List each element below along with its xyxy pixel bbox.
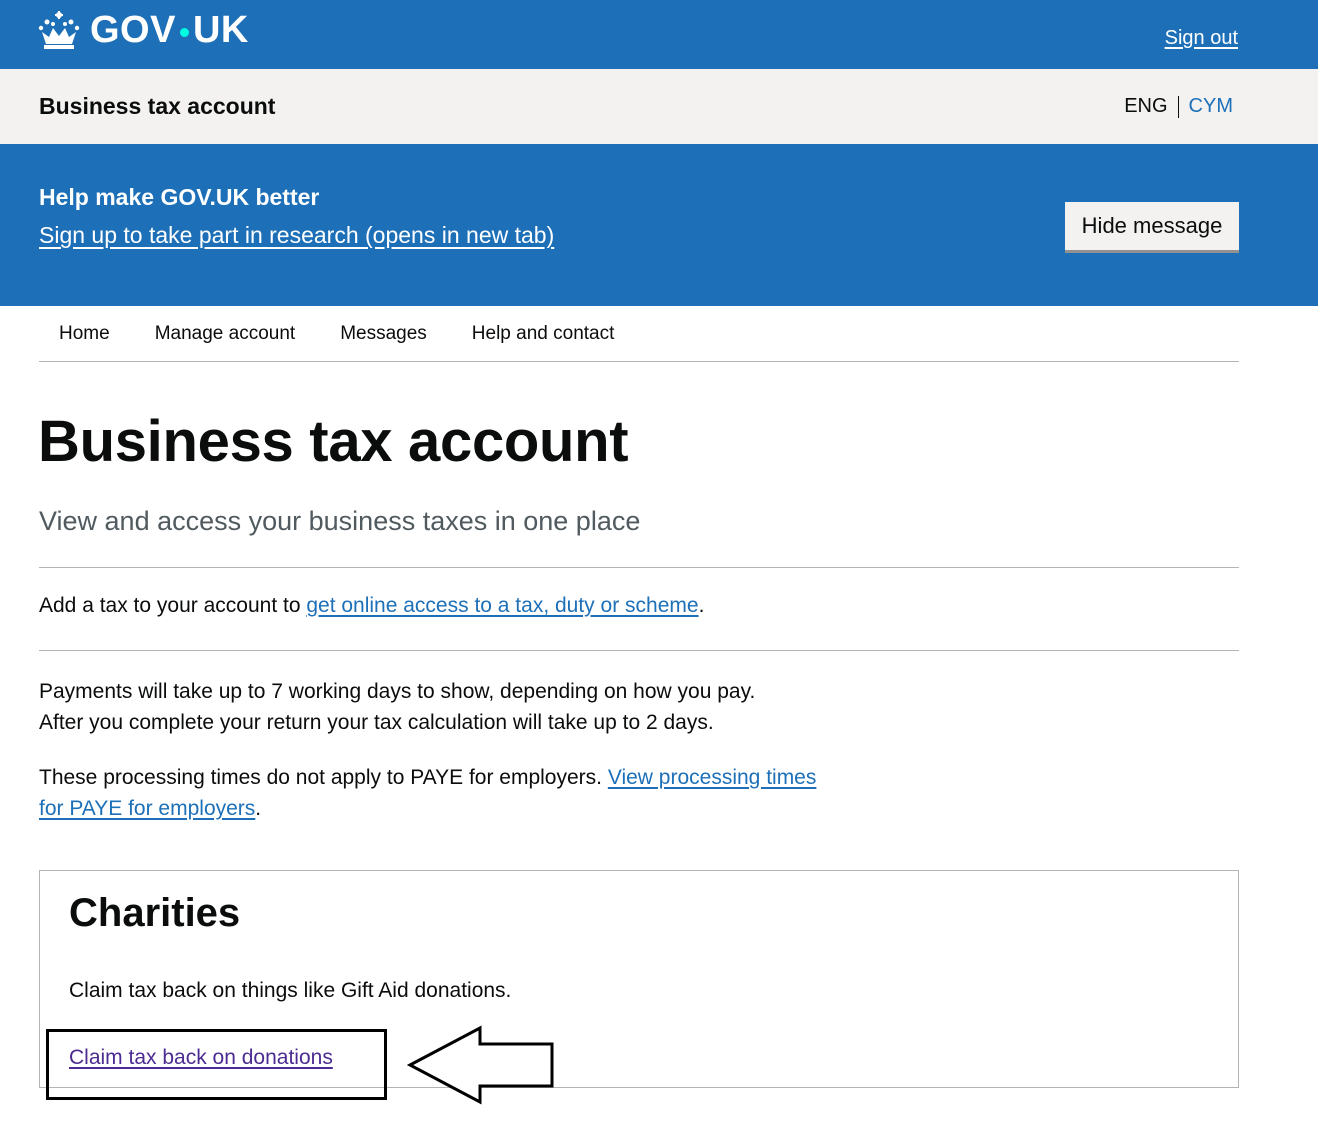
service-name[interactable]: Business tax account — [39, 93, 275, 120]
section-divider — [39, 650, 1239, 651]
lang-eng: ENG — [1124, 95, 1168, 117]
nav-item-manage-account[interactable]: Manage account — [155, 323, 296, 345]
research-banner: Help make GOV.UK better Sign up to take … — [0, 144, 1318, 306]
annotation-highlight-box — [46, 1029, 387, 1100]
lang-cym-link[interactable]: CYM — [1189, 95, 1233, 118]
logo-text-uk: UK — [192, 8, 249, 51]
add-tax-text: Add a tax to your account to get online … — [39, 594, 704, 618]
logo-dot — [179, 27, 189, 37]
page-title: Business tax account — [38, 409, 629, 474]
sign-out-link[interactable]: Sign out — [1165, 27, 1238, 50]
payments-info: Payments will take up to 7 working days … — [39, 676, 839, 738]
processing-prefix: These processing times do not apply to P… — [39, 766, 608, 789]
research-signup-link[interactable]: Sign up to take part in research (opens … — [39, 222, 554, 249]
payments-line-2: After you complete your return your tax … — [39, 711, 714, 734]
nav-item-messages[interactable]: Messages — [340, 323, 427, 345]
main-nav: Home Manage account Messages Help and co… — [39, 306, 1239, 362]
annotation-arrow-icon — [406, 1025, 554, 1105]
lang-separator — [1177, 95, 1179, 118]
processing-suffix: . — [255, 797, 262, 820]
charities-title: Charities — [69, 891, 241, 935]
nav-item-help-and-contact[interactable]: Help and contact — [472, 323, 615, 345]
page-lede: View and access your business taxes in o… — [39, 506, 641, 536]
govuk-logo[interactable]: GOV UK — [38, 8, 249, 52]
payments-line-1: Payments will take up to 7 working days … — [39, 680, 756, 703]
crown-icon — [38, 11, 80, 49]
logo-text-gov: GOV — [90, 8, 176, 51]
add-tax-suffix: . — [698, 594, 705, 617]
online-access-link[interactable]: get online access to a tax, duty or sche… — [306, 594, 698, 617]
charities-description: Claim tax back on things like Gift Aid d… — [69, 979, 512, 1002]
section-divider — [39, 567, 1239, 568]
gov-header: GOV UK Sign out — [0, 0, 1318, 69]
hide-message-button[interactable]: Hide message — [1065, 202, 1239, 250]
banner-title: Help make GOV.UK better — [39, 184, 320, 210]
language-toggle: ENG CYM — [1124, 95, 1233, 118]
logo-text: GOV UK — [90, 9, 249, 52]
nav-item-home[interactable]: Home — [59, 323, 110, 345]
add-tax-prefix: Add a tax to your account to — [39, 594, 307, 617]
processing-info: These processing times do not apply to P… — [39, 762, 829, 824]
service-bar: Business tax account ENG CYM — [0, 69, 1318, 144]
